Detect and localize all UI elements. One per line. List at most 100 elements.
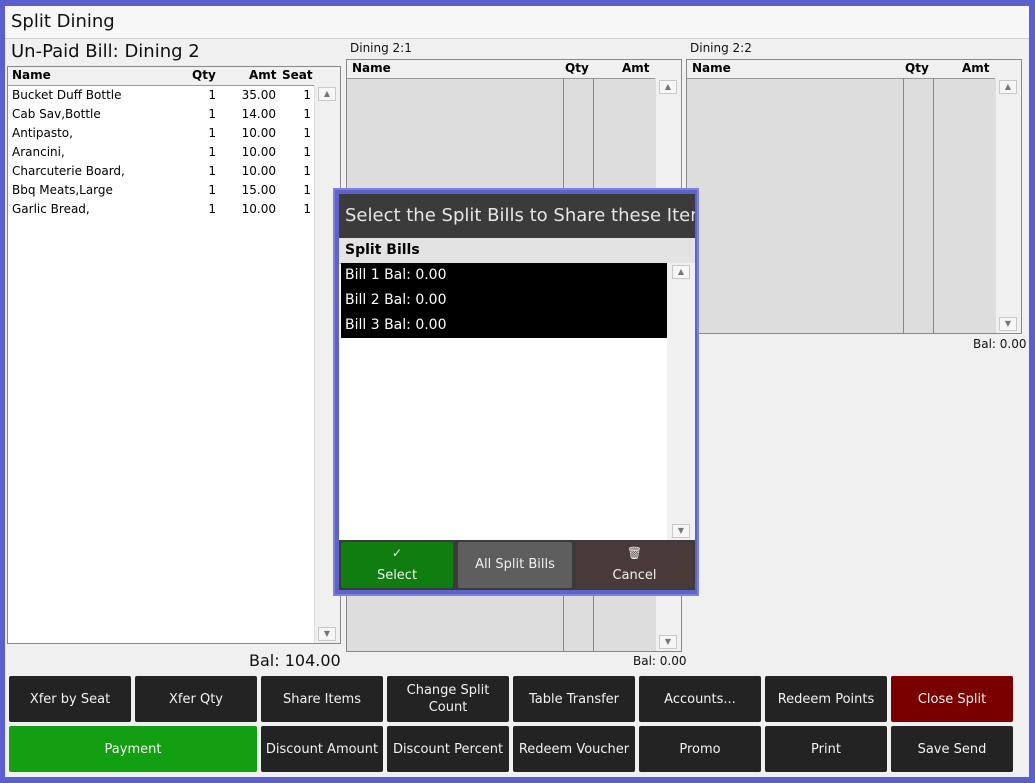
split2-label: Dining 2:2 — [690, 41, 752, 55]
cell-seat: 1 — [303, 145, 311, 159]
split-bill-item[interactable]: Bill 3 Bal: 0.00 — [341, 313, 667, 338]
window-title: Split Dining — [11, 11, 115, 32]
unpaid-balance: Bal: 104.00 — [249, 651, 341, 670]
scroll-up-arrow-icon[interactable]: ▲ — [659, 80, 677, 94]
all-split-bills-label: All Split Bills — [475, 557, 555, 572]
toolbar-button-print[interactable]: Print — [765, 726, 887, 772]
all-split-bills-button[interactable]: All Split Bills — [458, 542, 572, 588]
scroll-up-arrow-icon[interactable]: ▲ — [318, 87, 336, 101]
split2-balance: Bal: 0.00 — [973, 337, 1027, 351]
dialog-scrollbar[interactable]: ▲ ▼ — [667, 263, 695, 540]
toolbar-button-label: Close Split — [917, 691, 987, 707]
cell-seat: 1 — [303, 88, 311, 102]
split1-label: Dining 2:1 — [350, 41, 412, 55]
split1-col-name: Name — [352, 61, 391, 75]
cancel-label: Cancel — [612, 568, 657, 583]
split-bill-label: Bill 1 Bal: 0.00 — [345, 267, 447, 283]
cell-seat: 1 — [303, 164, 311, 178]
dialog-title: Select the Split Bills to Share these It… — [345, 205, 695, 226]
split-bills-list[interactable]: Split Bills Bill 1 Bal: 0.00 Bill 2 Bal: … — [339, 238, 695, 540]
split-bill-item[interactable]: Bill 2 Bal: 0.00 — [341, 288, 667, 313]
table-row[interactable]: Bbq Meats,Large 1 15.00 1 — [8, 181, 311, 200]
toolbar-button-save-send[interactable]: Save Send — [891, 726, 1013, 772]
split2-grid-header: Name Qty Amt — [687, 60, 1021, 79]
split2-col-qty: Qty — [905, 61, 929, 75]
split2-scrollbar[interactable]: ▲ ▼ — [995, 78, 1021, 333]
toolbar-button-payment[interactable]: Payment — [9, 726, 257, 772]
toolbar-button-label: Discount Amount — [265, 741, 379, 757]
cell-name: Bucket Duff Bottle — [12, 88, 122, 102]
toolbar-button-discount-percent[interactable]: Discount Percent — [387, 726, 509, 772]
scroll-down-arrow-icon[interactable]: ▼ — [659, 635, 677, 649]
toolbar-button-close-split[interactable]: Close Split — [891, 676, 1013, 722]
toolbar-button-accounts[interactable]: Accounts... — [639, 676, 761, 722]
split-bill-item[interactable]: Bill 1 Bal: 0.00 — [341, 263, 667, 288]
toolbar-button-xfer-by-seat[interactable]: Xfer by Seat — [9, 676, 131, 722]
toolbar-button-label: Redeem Voucher — [518, 741, 630, 757]
split2-col-amt: Amt — [962, 61, 990, 75]
toolbar-button-label: Share Items — [282, 691, 361, 707]
toolbar-button-label: Print — [811, 741, 841, 757]
cell-seat: 1 — [303, 202, 311, 216]
table-row[interactable]: Bucket Duff Bottle 1 35.00 1 — [8, 86, 311, 105]
toolbar-button-change-split-count[interactable]: Change Split Count — [387, 676, 509, 722]
cell-amt: 15.00 — [241, 183, 276, 197]
toolbar-button-redeem-voucher[interactable]: Redeem Voucher — [513, 726, 635, 772]
cell-amt: 10.00 — [241, 126, 276, 140]
dialog-button-bar: ✓ Select All Split Bills 🗑 Cancel — [339, 540, 695, 590]
toolbar-button-label: Xfer by Seat — [29, 691, 111, 707]
scroll-up-arrow-icon[interactable]: ▲ — [672, 265, 690, 279]
split1-col-qty: Qty — [565, 61, 589, 75]
cell-name: Arancini, — [12, 145, 65, 159]
cell-qty: 1 — [208, 126, 216, 140]
split-bills-header: Split Bills — [339, 238, 695, 264]
table-row[interactable]: Antipasto, 1 10.00 1 — [8, 124, 311, 143]
toolbar-button-redeem-points[interactable]: Redeem Points — [765, 676, 887, 722]
toolbar-button-share-items[interactable]: Share Items — [261, 676, 383, 722]
dialog-title-bar: Select the Split Bills to Share these It… — [339, 194, 695, 238]
toolbar-button-label: Xfer Qty — [169, 691, 223, 707]
col-name-header: Name — [12, 68, 51, 82]
toolbar-button-label: Payment — [104, 741, 162, 757]
table-row[interactable]: Garlic Bread, 1 10.00 1 — [8, 200, 311, 219]
split-bills-header-label: Split Bills — [345, 242, 420, 258]
trash-icon: 🗑 — [626, 546, 643, 560]
scroll-down-arrow-icon[interactable]: ▼ — [672, 524, 690, 538]
col-qty-header: Qty — [192, 68, 216, 82]
select-button[interactable]: ✓ Select — [341, 542, 453, 588]
toolbar-button-label: Save Send — [917, 741, 987, 757]
table-row[interactable]: Arancini, 1 10.00 1 — [8, 143, 311, 162]
cell-amt: 14.00 — [241, 107, 276, 121]
cancel-button[interactable]: 🗑 Cancel — [576, 542, 693, 588]
scroll-down-arrow-icon[interactable]: ▼ — [318, 627, 336, 641]
scroll-down-arrow-icon[interactable]: ▼ — [999, 317, 1017, 331]
toolbar-button-discount-amount[interactable]: Discount Amount — [261, 726, 383, 772]
check-icon: ✓ — [391, 546, 403, 560]
split1-grid-header: Name Qty Amt — [347, 60, 681, 79]
split-dining-window: Split Dining Un-Paid Bill: Dining 2 Name… — [5, 6, 1029, 777]
unpaid-grid-header: Name Qty Amt Seat — [8, 67, 340, 86]
toolbar-button-xfer-qty[interactable]: Xfer Qty — [135, 676, 257, 722]
col-amt-header: Amt — [249, 68, 277, 82]
scroll-up-arrow-icon[interactable]: ▲ — [999, 80, 1017, 94]
table-row[interactable]: Charcuterie Board, 1 10.00 1 — [8, 162, 311, 181]
toolbar-button-label: Redeem Points — [777, 691, 875, 707]
split2-grid[interactable]: Name Qty Amt ▲ ▼ — [686, 59, 1022, 334]
split2-col-name: Name — [692, 61, 731, 75]
split-bill-label: Bill 2 Bal: 0.00 — [345, 292, 447, 308]
unpaid-bill-heading: Un-Paid Bill: Dining 2 — [11, 41, 200, 62]
table-row[interactable]: Cab Sav,Bottle 1 14.00 1 — [8, 105, 311, 124]
toolbar-button-label: Promo — [679, 741, 721, 757]
cell-seat: 1 — [303, 107, 311, 121]
unpaid-items-grid[interactable]: Name Qty Amt Seat Bucket Duff Bottle 1 35.… — [7, 66, 341, 644]
toolbar-button-promo[interactable]: Promo — [639, 726, 761, 772]
toolbar-button-table-transfer[interactable]: Table Transfer — [513, 676, 635, 722]
cell-amt: 10.00 — [241, 164, 276, 178]
split1-col-amt: Amt — [622, 61, 650, 75]
cell-name: Garlic Bread, — [12, 202, 90, 216]
cell-seat: 1 — [303, 126, 311, 140]
cell-qty: 1 — [208, 107, 216, 121]
cell-qty: 1 — [208, 88, 216, 102]
split2-col-divider — [933, 78, 934, 333]
cell-qty: 1 — [208, 183, 216, 197]
